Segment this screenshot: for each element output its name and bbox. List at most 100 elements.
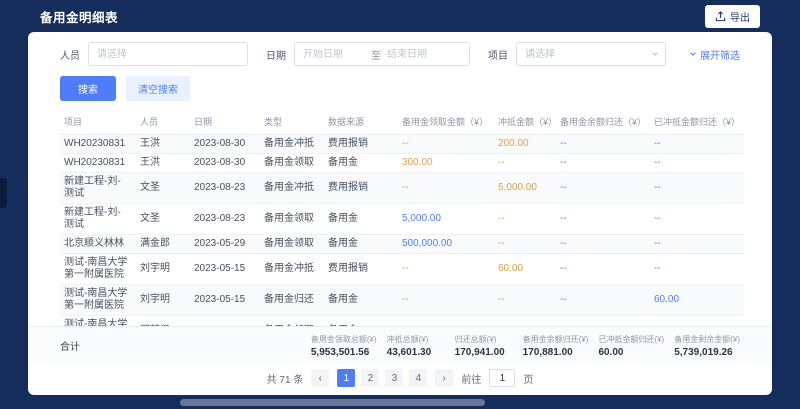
table-row[interactable]: WH20230831王洪2023-08-30备用金领取备用金300.00----… [60,154,744,173]
expand-filter-label: 展开筛选 [700,47,740,62]
table-cell: 60.00 [494,254,556,285]
goto-page-input[interactable] [489,369,515,387]
table-cell: 500,000.00 [398,235,494,254]
table-cell: -- [494,204,556,235]
table-cell: 5,000.00 [398,204,494,235]
summary-total-title: 备用金剩余金额(¥) [674,334,740,345]
table-body: WH20230831王洪2023-08-30备用金冲抵费用报销--200.00-… [60,135,744,327]
table-cell: -- [556,135,650,154]
table-cell: -- [556,154,650,173]
table-cell: 2023-04-20 [190,316,260,327]
page-button[interactable]: 4 [409,369,427,387]
summary-total: 归还总额(¥) 170,941.00 [455,334,513,358]
table-row[interactable]: 新建工程-刘-测试文圣2023-08-23备用金领取备用金5,000.00---… [60,204,744,235]
table-row[interactable]: 测试-南昌大学第一附属医院邵梦泽2023-04-20备用金领取备用金500.00… [60,316,744,327]
table-row[interactable]: 北京顺义林林满金郎2023-05-29备用金领取备用金500,000.00---… [60,235,744,254]
summary-total-title: 冲抵总额(¥) [387,334,445,345]
summary-total-value: 170,941.00 [455,347,513,358]
summary-total: 备用金剩余金额(¥)5,739,019.26 [674,334,740,358]
export-button[interactable]: 导出 [705,5,760,28]
horizontal-scrollbar[interactable] [180,399,485,406]
project-filter: 项目 [488,42,666,66]
sidebar-collapse-handle[interactable] [0,178,7,208]
table-cell: -- [650,254,744,285]
chevron-down-icon [689,50,697,58]
page-button[interactable]: 1 [337,369,355,387]
goto-suffix-label: 页 [523,371,533,386]
column-header: 人员 [136,109,190,135]
table-cell: -- [650,204,744,235]
table-cell: -- [494,285,556,316]
summary-total-title: 已冲抵金额归还(¥) [598,334,664,345]
expand-filter-link[interactable]: 展开筛选 [689,47,740,62]
table-cell: WH20230831 [60,135,136,154]
pagination: 共 71 条 ‹ 1234 › 前往 页 [28,364,772,395]
date-range-picker[interactable]: 至 [294,42,470,66]
summary-total: 备用金余额归还(¥)170,881.00 [523,334,589,358]
clear-search-button[interactable]: 清空搜索 [126,76,190,101]
table-cell: -- [494,235,556,254]
table-row[interactable]: WH20230831王洪2023-08-30备用金冲抵费用报销--200.00-… [60,135,744,154]
table-cell: 备用金领取 [260,204,324,235]
table-cell: -- [650,135,744,154]
table-cell: 文圣 [136,204,190,235]
table-cell: 北京顺义林林 [60,235,136,254]
summary-total-title: 备用金领取总额(¥) [311,334,377,345]
total-count: 共 71 条 [267,371,304,386]
summary-total-title: 归还总额(¥) [455,334,513,345]
detail-table: 项目人员日期类型数据来源备用金领取金额（¥）冲抵金额（¥）备用金余额归还（¥）已… [60,109,744,326]
table-cell: 文圣 [136,173,190,204]
goto-label: 前往 [461,371,481,386]
table-cell: 测试-南昌大学第一附属医院 [60,316,136,327]
table-cell: 5,000.00 [494,173,556,204]
table-cell: 60.00 [650,285,744,316]
summary-total-title: 备用金余额归还(¥) [523,334,589,345]
table-cell: 刘宇明 [136,254,190,285]
project-select-input[interactable] [516,42,666,66]
table-cell: 测试-南昌大学第一附属医院 [60,254,136,285]
table-cell: -- [556,235,650,254]
search-button[interactable]: 搜索 [60,76,116,101]
next-page-button[interactable]: › [435,369,453,387]
project-select[interactable] [516,42,666,66]
date-end-input[interactable] [387,49,449,60]
prev-page-button[interactable]: ‹ [311,369,329,387]
page-title: 备用金明细表 [40,7,118,26]
table-cell: -- [556,316,650,327]
page-button[interactable]: 3 [385,369,403,387]
table-cell: 200.00 [494,135,556,154]
table-cell: -- [650,154,744,173]
page-button[interactable]: 2 [361,369,379,387]
column-header: 数据来源 [324,109,398,135]
table-row[interactable]: 测试-南昌大学第一附属医院刘宇明2023-05-15备用金归还备用金------… [60,285,744,316]
table-cell: -- [494,316,556,327]
table-cell: -- [650,235,744,254]
table-cell: 备用金 [324,235,398,254]
date-filter-label: 日期 [266,47,286,62]
table-cell: 新建工程-刘-测试 [60,204,136,235]
table-row[interactable]: 新建工程-刘-测试文圣2023-08-23备用金冲抵费用报销--5,000.00… [60,173,744,204]
person-filter-input[interactable] [88,42,248,66]
date-start-input[interactable] [303,49,365,60]
table-cell: 2023-05-15 [190,285,260,316]
person-filter: 人员 [60,42,248,66]
filter-bar: 人员 日期 至 项目 展开筛选 [28,32,772,66]
table-cell: 备用金 [324,285,398,316]
summary-total: 冲抵总额(¥)43,601.30 [387,334,445,358]
topbar: 备用金明细表 导出 [0,0,800,32]
summary-total-value: 5,953,501.56 [311,347,377,358]
table-row[interactable]: 测试-南昌大学第一附属医院刘宇明2023-05-15备用金冲抵费用报销 -- 60.… [60,254,744,285]
table-header-row: 项目人员日期类型数据来源备用金领取金额（¥）冲抵金额（¥）备用金余额归还（¥）已… [60,109,744,135]
table-cell: 备用金冲抵 [260,135,324,154]
table-cell: 费用报销 [324,254,398,285]
table-cell: 2023-05-15 [190,254,260,285]
table-cell: WH20230831 [60,154,136,173]
table-cell: -- [650,173,744,204]
table-cell: 备用金冲抵 [260,254,324,285]
column-header: 类型 [260,109,324,135]
column-header: 已冲抵金额归还（¥） [650,109,744,135]
table-cell: 备用金领取 [260,316,324,327]
column-header: 冲抵金额（¥） [494,109,556,135]
table-cell: 500.00 [398,316,494,327]
column-header: 备用金余额归还（¥） [556,109,650,135]
